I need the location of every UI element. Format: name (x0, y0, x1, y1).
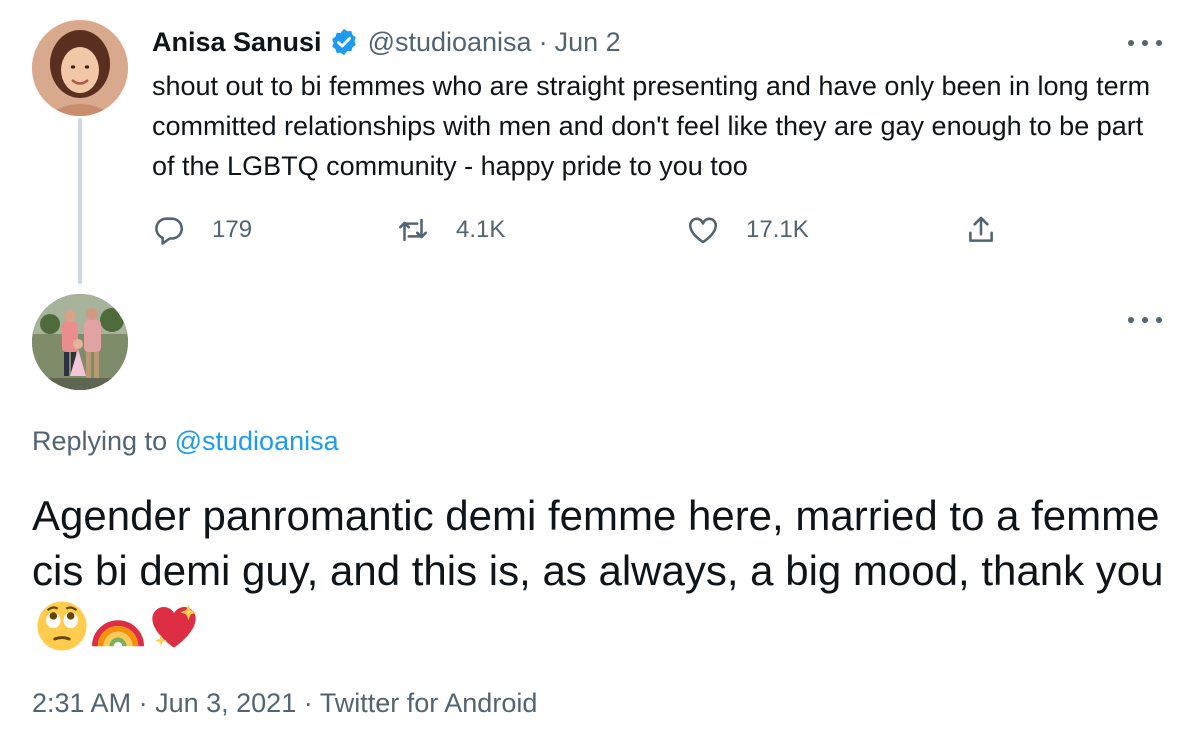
rainbow-emoji (92, 620, 144, 647)
share-icon (969, 216, 993, 242)
replying-to-line: Replying to @studioanisa (32, 426, 339, 457)
thread-connector-line (78, 118, 82, 284)
retweet-button[interactable]: 4.1K (396, 210, 505, 250)
author-avatar[interactable] (32, 20, 128, 116)
reply-count: 179 (212, 216, 253, 243)
tweet-header: Anisa Sanusi @studioanisa · Jun 2 (152, 24, 621, 60)
like-button[interactable]: 17.1K (686, 210, 809, 250)
replying-to-handle-link[interactable]: @studioanisa (175, 426, 339, 456)
face-with-rolling-eyes-emoji (37, 601, 87, 651)
tweet-text: shout out to bi femmes who are straight … (152, 71, 1151, 181)
retweet-icon (398, 218, 428, 242)
reply-timestamp-line: 2:31 AM · Jun 3, 2021 · Twitter for Andr… (32, 688, 537, 719)
share-button[interactable] (964, 210, 998, 250)
author-handle[interactable]: @studioanisa (368, 27, 532, 58)
header-separator: · (538, 26, 548, 57)
timestamp-separator: · (138, 688, 148, 718)
reply-tweet-text: Agender panromantic demi femme here, mar… (32, 492, 1164, 594)
reply-source: Twitter for Android (319, 688, 538, 718)
like-count: 17.1K (746, 216, 809, 243)
author-name[interactable]: Anisa Sanusi (152, 27, 322, 58)
avatar-photo-icon (32, 20, 128, 116)
reply-time[interactable]: 2:31 AM (32, 688, 131, 718)
replier-avatar[interactable] (32, 294, 128, 390)
reply-date[interactable]: Jun 3, 2021 (155, 688, 296, 718)
like-heart-icon (688, 217, 718, 244)
sparkling-heart-emoji (152, 604, 197, 648)
verified-badge-icon (331, 28, 356, 56)
replying-to-label: Replying to (32, 426, 168, 456)
retweet-count: 4.1K (456, 216, 506, 243)
avatar-photo-icon (32, 294, 128, 390)
tweet-date[interactable]: Jun 2 (555, 27, 621, 58)
reply-icon (155, 217, 184, 245)
timestamp-separator: · (303, 688, 313, 718)
reply-button[interactable]: 179 (152, 210, 252, 250)
more-options-icon[interactable] (1128, 38, 1162, 48)
more-options-icon[interactable] (1128, 315, 1162, 325)
reply-tweet-body: Agender panromantic demi femme here, mar… (32, 488, 1172, 653)
